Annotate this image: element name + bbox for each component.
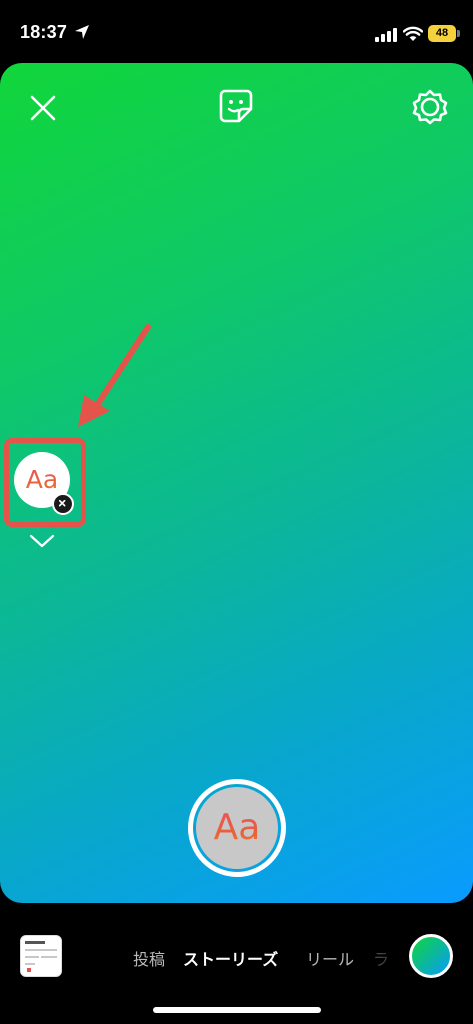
status-bar: 18:37 48: [0, 0, 473, 62]
gallery-thumbnail[interactable]: [20, 935, 62, 977]
thumb-line: [25, 956, 39, 958]
chevron-down-icon[interactable]: [28, 533, 56, 549]
capture-button-inner[interactable]: Aa: [196, 787, 278, 869]
thumb-line: [25, 949, 57, 951]
thumb-line: [25, 941, 45, 944]
sticker-icon[interactable]: [217, 87, 255, 125]
story-canvas[interactable]: Aa Aa: [0, 63, 473, 903]
color-picker-icon[interactable]: [409, 934, 453, 978]
cellular-signal-icon: [375, 28, 397, 42]
thumb-line: [27, 968, 31, 972]
bottom-bar: 投稿 ストーリーズ リール ラ: [0, 903, 473, 1024]
mode-fade-overlay: [360, 933, 410, 978]
thumb-line: [41, 956, 57, 958]
battery-tip: [457, 30, 460, 37]
home-indicator: [153, 1007, 321, 1013]
thumb-line: [25, 963, 35, 965]
mode-stories[interactable]: ストーリーズ: [183, 946, 278, 970]
location-arrow-icon: [75, 25, 89, 39]
battery-level: 48: [428, 25, 456, 42]
capture-label: Aa: [196, 787, 278, 869]
wifi-icon: [403, 26, 423, 41]
annotation-arrow-icon: [78, 324, 151, 427]
mode-post[interactable]: 投稿: [133, 946, 165, 970]
remove-badge-icon[interactable]: [52, 493, 74, 515]
battery-icon: 48: [428, 25, 460, 42]
settings-icon[interactable]: [410, 87, 450, 127]
mode-reels[interactable]: リール: [306, 946, 354, 970]
status-time: 18:37: [20, 22, 68, 42]
close-icon[interactable]: [26, 91, 60, 125]
